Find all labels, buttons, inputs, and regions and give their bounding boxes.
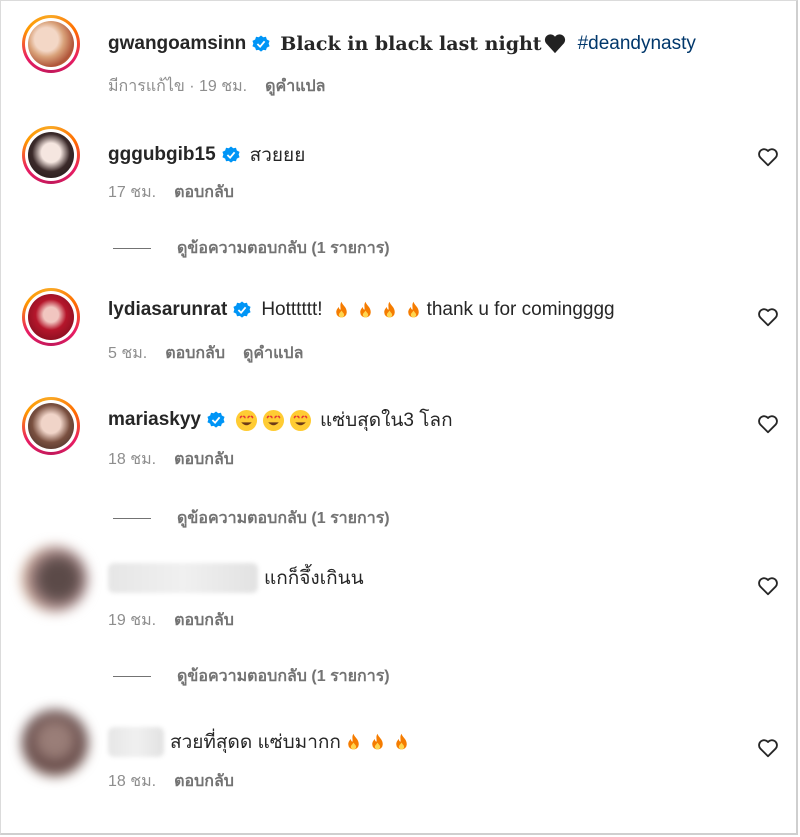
- view-replies-label: ดูข้อความตอบกลับ (1 รายการ): [177, 510, 390, 527]
- fire-emoji: [348, 733, 359, 749]
- fire-emoji: [396, 733, 407, 749]
- comment-text: สวยยย: [249, 145, 306, 166]
- comment-text-cont: thank u for comingggg: [426, 299, 615, 320]
- view-replies-label: ดูข้อความตอบกลับ (1 รายการ): [177, 240, 390, 257]
- heart-icon[interactable]: [757, 737, 779, 759]
- view-replies-button[interactable]: ดูข้อความตอบกลับ (1 รายการ): [113, 664, 390, 689]
- fire-emoji: [335, 301, 347, 317]
- reply-button[interactable]: ตอบกลับ: [174, 773, 234, 790]
- blurred-username[interactable]: [108, 727, 164, 757]
- username[interactable]: gwangoamsinn: [108, 33, 246, 55]
- comment-text: Hotttttt!: [261, 299, 323, 320]
- comment-time: 18 ชม.: [108, 451, 157, 468]
- username[interactable]: gggubgib15: [108, 144, 216, 166]
- comment-time: 17 ชม.: [108, 184, 157, 201]
- verified-badge-icon: [233, 301, 251, 318]
- verified-badge-icon: [252, 35, 270, 52]
- username[interactable]: mariaskyy: [108, 409, 201, 431]
- reply-button[interactable]: ตอบกลับ: [165, 345, 225, 362]
- heart-icon[interactable]: [757, 413, 779, 435]
- heart-eyes-emoji: [289, 409, 312, 431]
- view-replies-label: ดูข้อความตอบกลับ (1 รายการ): [177, 668, 390, 685]
- edited-time: มีการแก้ไข · 19 ชม.: [108, 78, 248, 95]
- view-replies-button[interactable]: ดูข้อความตอบกลับ (1 รายการ): [113, 236, 390, 261]
- avatar[interactable]: [22, 397, 80, 455]
- comment-time: 19 ชม.: [108, 612, 157, 629]
- blurred-username[interactable]: [108, 563, 258, 593]
- verified-badge-icon: [207, 411, 225, 428]
- comment-text: สวยที่สุดด แซ่บมากก: [170, 732, 341, 753]
- fire-emoji: [407, 301, 419, 317]
- comment-time: 18 ชม.: [108, 773, 157, 790]
- caption-text: Black in black last night: [280, 33, 542, 55]
- comment-time: 5 ชม.: [108, 345, 148, 362]
- reply-button[interactable]: ตอบกลับ: [174, 451, 234, 468]
- fire-emoji: [383, 301, 395, 317]
- avatar[interactable]: [22, 126, 80, 184]
- avatar[interactable]: [22, 546, 88, 612]
- heart-eyes-emoji: [235, 409, 258, 431]
- reply-button[interactable]: ตอบกลับ: [174, 612, 234, 629]
- avatar[interactable]: [22, 288, 80, 346]
- hashtag-link[interactable]: #deandynasty: [578, 33, 696, 55]
- verified-badge-icon: [222, 146, 240, 163]
- heart-eyes-emoji: [262, 409, 285, 431]
- fire-emoji: [372, 733, 383, 749]
- translate-link[interactable]: ดูคำแปล: [265, 78, 325, 95]
- heart-icon[interactable]: [757, 146, 779, 168]
- avatar[interactable]: [22, 15, 80, 73]
- heart-icon[interactable]: [757, 575, 779, 597]
- fire-emoji: [359, 301, 371, 317]
- heart-icon[interactable]: [757, 306, 779, 328]
- avatar[interactable]: [22, 710, 88, 776]
- black-heart-emoji: [544, 34, 565, 54]
- comment-text: แซ่บสุดใน3 โลก: [319, 410, 453, 431]
- username[interactable]: lydiasarunrat: [108, 299, 227, 321]
- reply-button[interactable]: ตอบกลับ: [174, 184, 234, 201]
- translate-link[interactable]: ดูคำแปล: [243, 345, 303, 362]
- view-replies-button[interactable]: ดูข้อความตอบกลับ (1 รายการ): [113, 506, 390, 531]
- comment-text: แกก็จึ้งเกินน: [264, 568, 364, 589]
